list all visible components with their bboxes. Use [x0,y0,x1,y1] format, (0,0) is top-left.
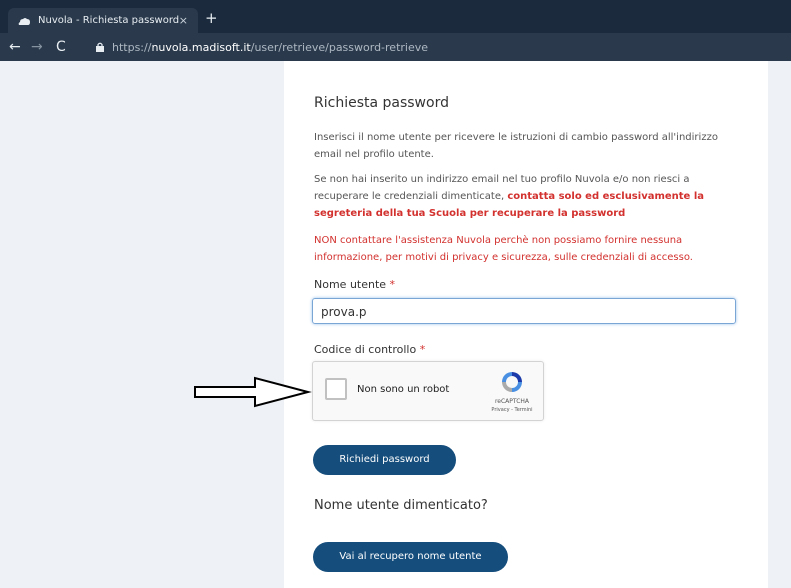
recaptcha-brand: reCAPTCHA [494,398,530,405]
username-label-text: Nome utente [314,278,387,291]
page-title: Richiesta password [314,95,449,111]
new-tab-icon[interactable]: + [205,9,218,27]
captcha-label: Codice di controllo * [314,343,425,356]
username-label: Nome utente * [314,278,395,291]
url-field[interactable]: https://nuvola.madisoft.it/user/retrieve… [112,41,428,54]
recaptcha-logo-icon [502,372,522,392]
captcha-label-text: Codice di controllo [314,343,417,356]
back-icon[interactable]: ← [9,39,21,55]
tab-title: Nuvola - Richiesta password [38,15,179,26]
recaptcha-terms-link[interactable]: Privacy - Termini [483,407,541,413]
arrow-annotation-icon [194,376,312,408]
recaptcha-widget: Non sono un robot reCAPTCHA Privacy - Te… [312,361,544,421]
address-bar: ← → C https://nuvola.madisoft.it/user/re… [0,33,791,61]
lock-icon [96,42,104,52]
password-retrieve-card: Richiesta password Inserisci il nome ute… [284,61,768,588]
cloud-icon [18,17,30,25]
recaptcha-text: Non sono un robot [357,384,450,395]
warning-text: NON contattare l'assistenza Nuvola perch… [314,235,693,263]
reload-icon[interactable]: C [56,39,66,55]
browser-tab-bar: Nuvola - Richiesta password × + [0,0,791,33]
recaptcha-checkbox[interactable] [325,378,347,400]
url-prefix: https:// [112,41,152,54]
required-star: * [419,343,426,356]
url-host: nuvola.madisoft.it [151,41,251,54]
recover-username-button[interactable]: Vai al recupero nome utente [313,542,508,572]
forgot-username-heading: Nome utente dimenticato? [314,498,488,513]
intro-text: Inserisci il nome utente per ricevere le… [314,132,718,160]
browser-tab[interactable]: Nuvola - Richiesta password × [8,8,198,33]
request-password-button[interactable]: Richiedi password [313,445,456,475]
url-path: /user/retrieve/password-retrieve [250,41,429,54]
required-star: * [389,278,396,291]
forward-icon[interactable]: → [31,39,43,55]
username-input[interactable]: prova.p [312,298,736,324]
tab-close-icon[interactable]: × [179,14,188,27]
notice-text: Se non hai inserito un indirizzo email n… [314,171,734,222]
